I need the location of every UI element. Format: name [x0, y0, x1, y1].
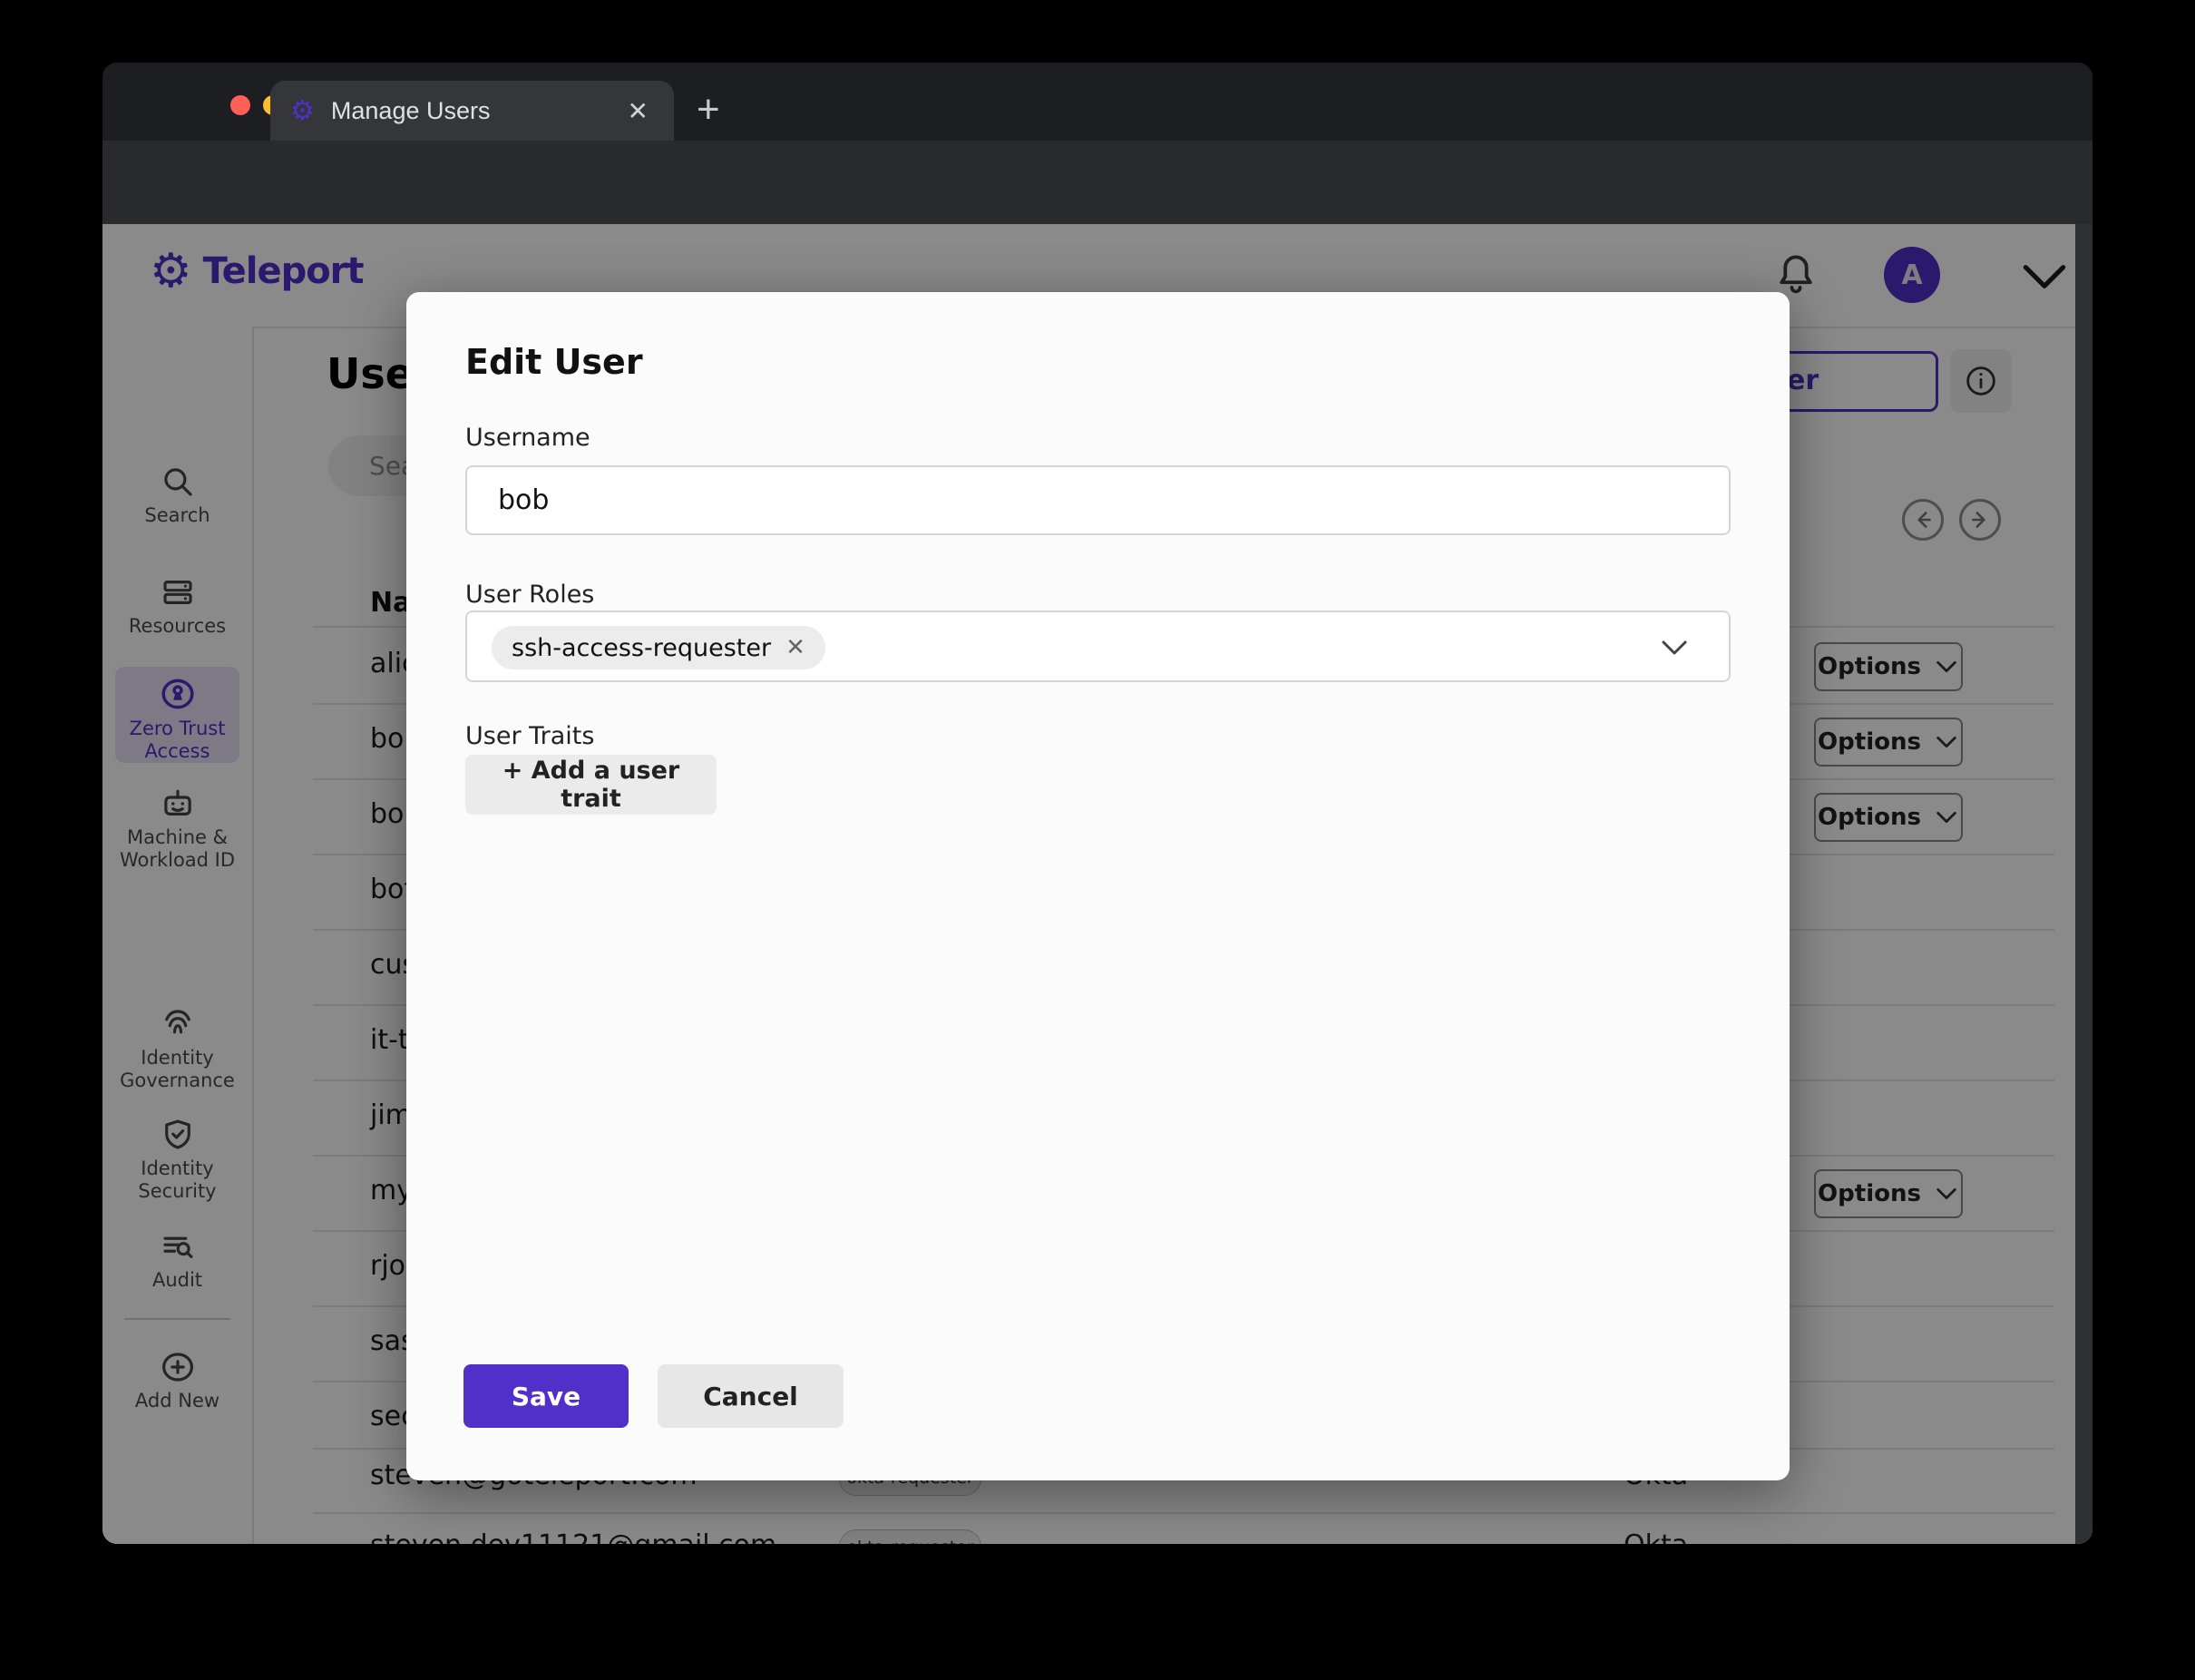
- remove-role-icon[interactable]: ✕: [785, 634, 805, 661]
- username-label: Username: [465, 424, 590, 452]
- dialog-title: Edit User: [465, 342, 643, 382]
- tab-favicon-gear-icon: ⚙: [290, 95, 315, 127]
- screen: ⚙ Manage Users ✕ + root.gravitational.io…: [0, 0, 2195, 1680]
- browser-window: ⚙ Manage Users ✕ + root.gravitational.io…: [102, 63, 2093, 1544]
- save-button[interactable]: Save: [463, 1364, 629, 1428]
- user-traits-label: User Traits: [465, 722, 594, 750]
- tab-strip: ⚙ Manage Users ✕ +: [102, 63, 2093, 141]
- username-field[interactable]: [465, 465, 1731, 535]
- new-tab-button[interactable]: +: [697, 92, 720, 128]
- close-window-button[interactable]: [230, 95, 250, 115]
- select-chevron-down-icon[interactable]: [1658, 634, 1691, 661]
- browser-tab[interactable]: ⚙ Manage Users ✕: [270, 81, 674, 141]
- role-chip-label: ssh-access-requester: [512, 634, 771, 662]
- edit-user-dialog: Edit User Username User Roles ssh-access…: [406, 292, 1790, 1480]
- tab-title: Manage Users: [331, 97, 491, 125]
- user-roles-select[interactable]: ssh-access-requester ✕: [465, 610, 1731, 682]
- add-user-trait-button[interactable]: + Add a user trait: [465, 755, 717, 815]
- page-content: ⚙ Teleport A Search R: [102, 224, 2093, 1544]
- tab-close-icon[interactable]: ✕: [628, 96, 649, 126]
- browser-toolbar: root.gravitational.io:3080/web/users Inc…: [102, 141, 2093, 224]
- role-chip: ssh-access-requester ✕: [492, 626, 825, 669]
- user-roles-label: User Roles: [465, 581, 594, 609]
- cancel-button[interactable]: Cancel: [658, 1364, 844, 1428]
